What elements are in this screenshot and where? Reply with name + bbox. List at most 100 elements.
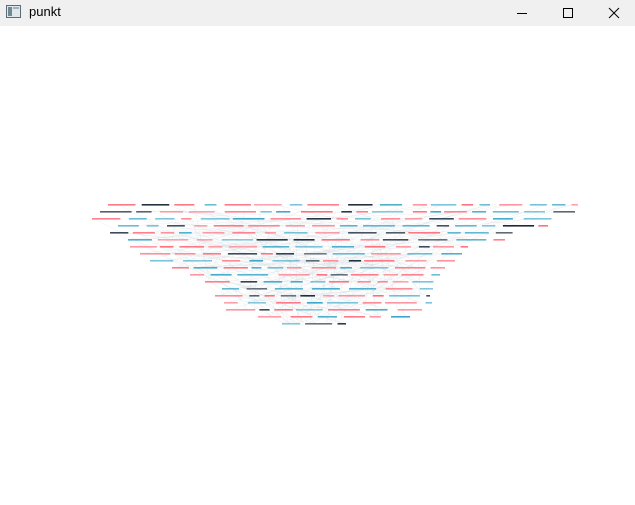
graph-node-label — [377, 281, 388, 283]
graph-node-label — [232, 232, 256, 234]
graph-node-label — [270, 218, 301, 220]
graph-node-label — [499, 204, 523, 206]
graph-node-label — [436, 225, 450, 227]
graph-node-label — [285, 225, 305, 227]
graph-node-label — [316, 274, 328, 276]
graph-node-label — [385, 288, 413, 290]
graph-node-label — [210, 274, 232, 276]
graph-node-label — [357, 281, 371, 283]
graph-node-label — [130, 246, 157, 248]
network-graph — [92, 203, 578, 325]
maximize-button[interactable] — [546, 0, 590, 26]
graph-node-label — [321, 239, 350, 241]
graph-node-label — [456, 239, 487, 241]
graph-node-label — [306, 302, 323, 304]
graph-node-label — [287, 267, 302, 269]
graph-node-label — [174, 253, 196, 255]
graph-edge — [417, 259, 421, 296]
graph-node-label — [274, 309, 293, 311]
app-icon — [6, 5, 21, 18]
graph-node-label — [401, 274, 424, 276]
graph-node-label — [430, 204, 457, 206]
graph-node-label — [223, 267, 248, 269]
graph-node-label — [249, 260, 263, 262]
graph-node-label — [307, 204, 340, 206]
graph-node-label — [276, 211, 291, 213]
graph-node-label — [203, 253, 221, 255]
graph-node-label — [348, 260, 362, 262]
graph-node-label — [179, 232, 192, 234]
graph-node-label — [405, 218, 423, 220]
graph-node-label — [402, 225, 430, 227]
graph-node-label — [221, 239, 254, 241]
graph-node-label — [529, 204, 547, 206]
app-window: punkt — [0, 0, 635, 505]
graph-node-label — [305, 260, 320, 262]
graph-node-label — [254, 204, 282, 206]
close-icon — [608, 7, 620, 19]
graph-node-label — [523, 218, 552, 220]
graph-node-label — [224, 204, 251, 206]
graph-node-label — [276, 302, 301, 304]
graph-node-label — [312, 225, 335, 227]
graph-node-label — [108, 204, 136, 206]
graph-node-label — [412, 281, 434, 283]
graph-node-label — [304, 253, 327, 255]
minimize-button[interactable] — [500, 0, 544, 26]
graph-node-label — [381, 218, 401, 220]
graph-node-label — [360, 267, 389, 269]
graph-node-label — [280, 295, 297, 297]
graph-node-label — [441, 253, 462, 255]
graph-node-label — [248, 302, 266, 304]
graph-node-label — [188, 211, 215, 213]
graph-node-label — [458, 218, 487, 220]
graph-node-label — [172, 267, 189, 269]
graph-node-label — [429, 218, 454, 220]
graph-node-label — [196, 239, 213, 241]
graph-node-label — [208, 246, 223, 248]
graph-node-label — [369, 316, 381, 318]
graph-node-label — [364, 260, 395, 262]
graph-node-label — [362, 302, 382, 304]
graph-node-label — [222, 260, 241, 262]
graph-node-label — [141, 204, 170, 206]
graph-node-label — [343, 316, 366, 318]
graph-node-label — [260, 211, 272, 213]
graph-node-label — [159, 211, 184, 213]
graph-node-label — [418, 239, 448, 241]
graph-node-label — [305, 323, 333, 325]
graph-node-label — [395, 267, 426, 269]
graph-node-label — [296, 309, 323, 311]
graph-node-label — [310, 281, 326, 283]
graph-node-label — [425, 302, 432, 304]
graph-node-label — [444, 211, 467, 213]
graph-node-label — [249, 295, 260, 297]
graph-node-label — [355, 218, 371, 220]
graph-node-label — [284, 232, 308, 234]
graph-canvas[interactable] — [0, 26, 635, 505]
graph-node-label — [300, 295, 315, 297]
graph-node-label — [348, 232, 377, 234]
graph-node-label — [447, 232, 461, 234]
graph-node-label — [472, 211, 487, 213]
title-bar[interactable]: punkt — [0, 0, 635, 26]
graph-node-label — [248, 225, 280, 227]
graph-node-label — [397, 309, 422, 311]
graph-edge — [271, 301, 342, 324]
graph-node-label — [327, 302, 359, 304]
close-button[interactable] — [592, 0, 635, 26]
graph-node-label — [418, 246, 430, 248]
graph-node-label — [256, 239, 288, 241]
graph-node-label — [571, 204, 578, 206]
graph-node-label — [160, 232, 175, 234]
graph-node-label — [240, 281, 258, 283]
graph-node-label — [263, 281, 283, 283]
graph-edge — [293, 217, 468, 240]
graph-node-label — [262, 246, 290, 248]
graph-node-label — [371, 253, 401, 255]
graph-node-label — [383, 274, 398, 276]
graph-node-label — [179, 246, 205, 248]
graph-node-label — [293, 239, 315, 241]
graph-node-label — [407, 253, 433, 255]
graph-node-label — [260, 253, 273, 255]
